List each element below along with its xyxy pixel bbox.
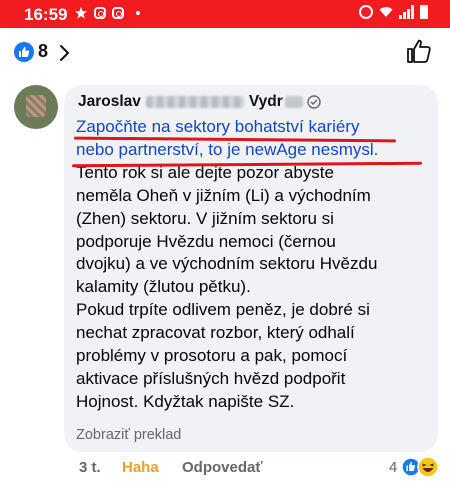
comment-line: neměla Oheň v jižním (Li) a východním (76, 185, 371, 205)
system-icons (359, 5, 428, 19)
comment-text: Započňte na sektory bohatství kariéry ne… (76, 116, 431, 414)
comment-line: problémy v prosotoru a pak, pomocí (76, 346, 348, 366)
comment-time[interactable]: 3 t. (79, 459, 101, 476)
chevron-right-icon[interactable] (58, 44, 72, 62)
signal-icon (399, 5, 414, 19)
reaction-icons[interactable] (401, 456, 441, 478)
alarm-icon (359, 5, 373, 19)
status-time: 16:59 (24, 5, 68, 24)
comment-actions: 3 t. Haha Odpovedať 4 (0, 456, 450, 489)
reply-button[interactable]: Odpovedať (182, 459, 263, 476)
like-badge-icon[interactable] (14, 42, 34, 62)
wifi-icon (379, 7, 393, 17)
like-count[interactable]: 8 (38, 41, 48, 62)
author-first-name[interactable]: Jaroslav (78, 93, 141, 111)
comment-highlight-line: nebo partnerství, to je newAge nesmysl. (76, 139, 379, 159)
thumbs-up-outline-icon[interactable] (406, 38, 432, 64)
translate-link[interactable]: Zobraziť preklad (76, 427, 181, 443)
author-blurred-suffix (284, 96, 303, 108)
avatar[interactable] (14, 85, 58, 129)
haha-reaction-button[interactable]: Haha (122, 459, 159, 476)
comment-line: nechat zpracovat rozbor, který odhalí (76, 323, 355, 343)
status-bar: 16:59 (0, 0, 450, 28)
comment-author[interactable]: Jaroslav Vydr (78, 93, 321, 111)
notification-icons (74, 6, 140, 20)
star-notification-icon (75, 7, 87, 19)
reactions-header: 8 (0, 28, 450, 78)
comment-line: podporuje Hvězdu nemoci (černou (76, 231, 336, 251)
comment-bubble: Jaroslav Vydr Započňte na sektory bohats… (64, 85, 438, 452)
comment-line: dvojku) a ve východním sektoru Hvězdu (76, 254, 378, 274)
comment-line: Pokud trpíte odlivem peněz, je dobré si (76, 300, 370, 320)
comment-line: aktivace příslušných hvězd podpořit (76, 368, 346, 388)
badge-icon (307, 95, 321, 109)
battery-icon (420, 5, 428, 19)
haha-reaction-icon (417, 456, 439, 478)
comment-line: kalamity (žlutou pětku). (76, 277, 251, 297)
author-blurred-surname (145, 96, 244, 108)
more-notifications-dot (136, 11, 140, 15)
instagram-icon (94, 7, 106, 19)
comment-highlight-line: Započňte na sektory bohatství kariéry (76, 117, 360, 136)
instagram-icon (112, 7, 124, 19)
reaction-count[interactable]: 4 (389, 459, 397, 476)
comment-line: Hojnost. Kdyžtak napište SZ. (76, 391, 295, 411)
author-last-name[interactable]: Vydr (249, 93, 283, 111)
comment-line: (Zhen) sektoru. V jižním sektoru si (76, 208, 334, 228)
